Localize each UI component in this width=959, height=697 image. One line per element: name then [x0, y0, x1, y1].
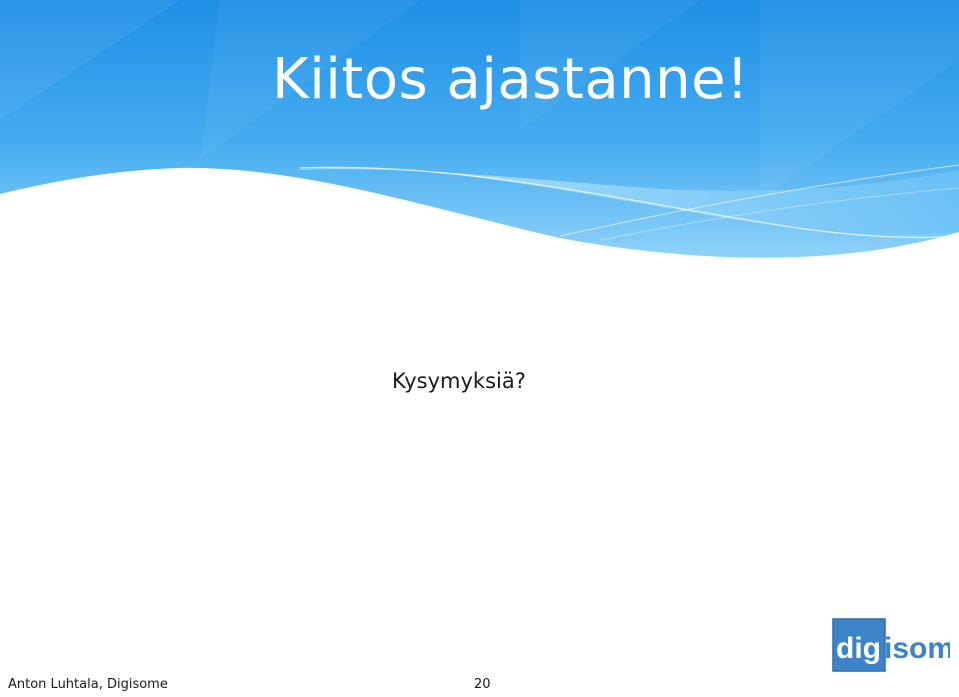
page-number: 20	[474, 677, 491, 692]
header-wave-background	[0, 0, 959, 258]
footer-author: Anton Luhtala, Digisome	[8, 677, 168, 692]
svg-text:dig: dig	[836, 632, 881, 665]
slide-title: Kiitos ajastanne!	[272, 47, 750, 112]
slide-subtitle: Kysymyksiä?	[392, 369, 526, 393]
slide: Kiitos ajastanne! Kysymyksiä? Anton Luht…	[0, 0, 959, 697]
digisome-logo: dig isome	[832, 618, 950, 672]
svg-text:isome: isome	[884, 632, 950, 665]
